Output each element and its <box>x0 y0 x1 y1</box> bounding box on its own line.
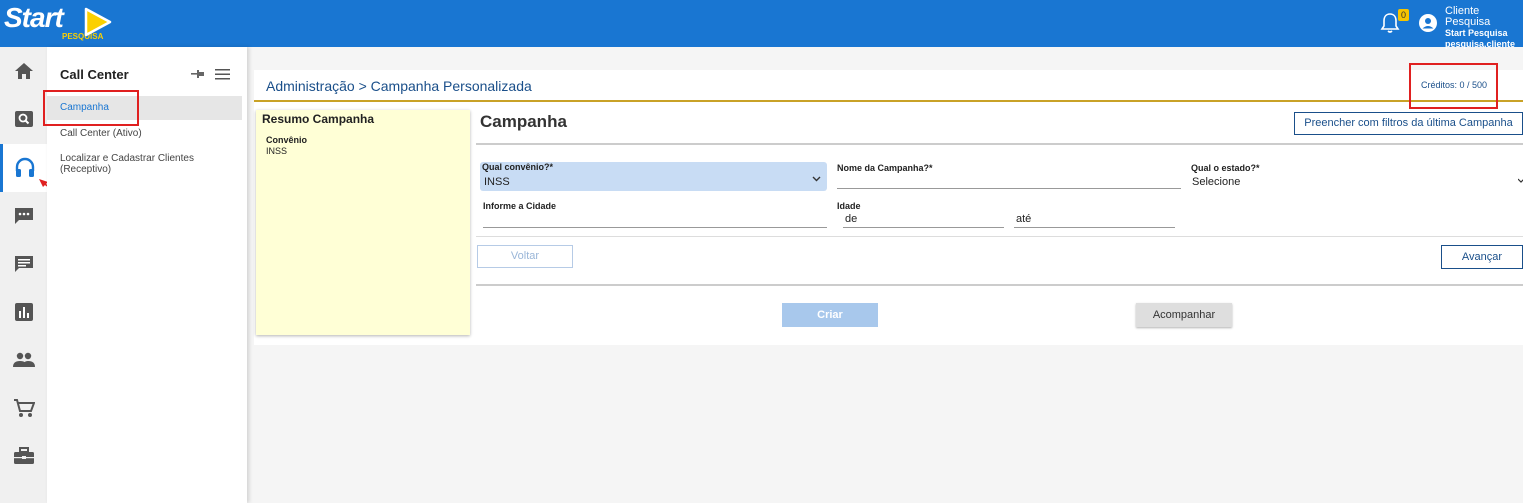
form-title: Campanha <box>480 112 567 131</box>
nav-reports[interactable] <box>0 288 47 336</box>
highlight-box-campanha <box>43 90 139 126</box>
main-content: Administração > Campanha Personalizada C… <box>254 70 1523 345</box>
idade-ate-underline <box>1014 227 1175 228</box>
nav-messages[interactable] <box>0 240 47 288</box>
cidade-label: Informe a Cidade <box>483 201 557 211</box>
bar-chart-icon <box>14 303 33 321</box>
user-company: Start Pesquisa <box>1445 28 1508 38</box>
people-icon <box>12 352 35 367</box>
top-bar: Start PESQUISA 0 Cliente Pesquisa Start … <box>0 0 1523 50</box>
notification-badge: 0 <box>1398 9 1409 21</box>
nav-home[interactable] <box>0 47 47 95</box>
summary-title: Resumo Campanha <box>262 112 375 126</box>
convenio-label: Qual convênio?* <box>482 162 554 172</box>
user-login: pesquisa.cliente <box>1445 39 1516 49</box>
nome-campanha-label: Nome da Campanha?* <box>837 163 933 173</box>
convenio-select[interactable]: Qual convênio?* INSS <box>480 162 827 191</box>
nav-people[interactable] <box>0 336 47 384</box>
chat-bubble-icon <box>14 208 33 224</box>
cidade-input[interactable] <box>483 227 827 228</box>
form-divider-middle <box>476 236 1523 237</box>
convenio-value: INSS <box>484 176 510 188</box>
user-name: Cliente Pesquisa <box>1445 5 1491 28</box>
chevron-down-icon <box>1518 178 1523 183</box>
menu-title: Call Center <box>60 67 129 82</box>
search-icon <box>14 111 33 127</box>
summary-panel: Resumo Campanha Convênio INSS <box>256 110 470 335</box>
menu-item-call-center-ativo[interactable]: Call Center (Ativo) <box>47 128 242 139</box>
criar-button[interactable]: Criar <box>782 303 878 327</box>
summary-convenio-label: Convênio <box>266 135 308 145</box>
idade-de-underline <box>843 227 1004 228</box>
chevron-down-icon <box>812 176 821 182</box>
home-icon <box>14 63 33 79</box>
nav-search[interactable] <box>0 95 47 143</box>
nav-cart[interactable] <box>0 384 47 432</box>
form-divider-top <box>476 143 1523 145</box>
acompanhar-button[interactable]: Acompanhar <box>1136 303 1232 327</box>
fill-last-campaign-button[interactable]: Preencher com filtros da última Campanha <box>1294 112 1523 135</box>
estado-select[interactable]: Selecione <box>1192 176 1240 188</box>
idade-ate-input[interactable]: até <box>1016 213 1031 225</box>
breadcrumb: Administração > Campanha Personalizada <box>266 78 532 94</box>
message-icon <box>14 256 33 272</box>
menu-item-label-line2: (Receptivo) <box>60 164 112 175</box>
nome-campanha-input[interactable] <box>837 188 1181 189</box>
estado-label: Qual o estado?* <box>1191 163 1260 173</box>
avancar-button[interactable]: Avançar <box>1441 245 1523 269</box>
cart-icon <box>13 399 35 417</box>
play-logo-icon <box>84 7 112 37</box>
header-divider <box>254 100 1523 102</box>
user-avatar-icon[interactable] <box>1419 14 1437 32</box>
menu-hamburger-icon[interactable] <box>215 69 230 80</box>
nav-work[interactable] <box>0 432 47 480</box>
highlight-box-credits <box>1409 63 1498 109</box>
briefcase-icon <box>13 447 34 464</box>
logo-text: Start <box>4 2 64 33</box>
user-info[interactable]: Cliente Pesquisa Start Pesquisa pesquisa… <box>1445 6 1523 50</box>
pin-icon[interactable] <box>191 69 205 79</box>
idade-de-input[interactable]: de <box>845 213 857 225</box>
summary-convenio-value: INSS <box>266 146 288 156</box>
headset-icon <box>15 157 35 177</box>
idade-label: Idade <box>837 201 861 211</box>
icon-sidebar <box>0 47 47 503</box>
form-divider-bottom <box>476 284 1523 286</box>
menu-item-label-line1: Localizar e Cadastrar Clientes <box>60 153 194 164</box>
menu-item-localizar-cadastrar[interactable]: Localizar e Cadastrar Clientes (Receptiv… <box>47 153 242 175</box>
bell-icon[interactable] <box>1380 12 1400 34</box>
voltar-button[interactable]: Voltar <box>477 245 573 268</box>
